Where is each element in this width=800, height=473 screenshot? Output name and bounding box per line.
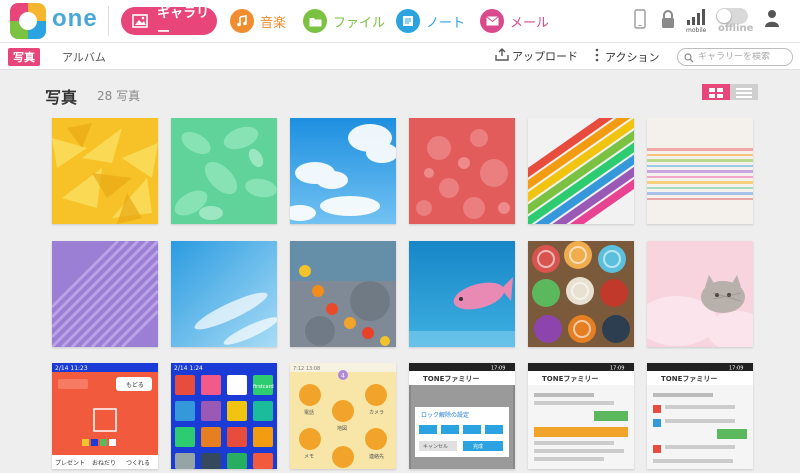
nav-files[interactable]: ファイル	[303, 7, 385, 35]
photo-thumbnail[interactable]	[647, 118, 753, 224]
search-icon	[684, 48, 694, 67]
notification-badge: 4	[341, 373, 345, 380]
screenshot-thumbnail[interactable]: 2/14 11:23 もどる プレゼント おねだり つくれる	[52, 363, 158, 469]
upload-icon	[495, 48, 509, 64]
nedari-label: おねだり	[92, 460, 116, 467]
photo-thumbnail[interactable]	[409, 118, 515, 224]
photo-thumbnail[interactable]	[647, 241, 753, 347]
nav-gallery-label: ギャラリー	[157, 6, 210, 40]
memo-label: メモ	[304, 454, 314, 460]
screenshot-thumbnail[interactable]: 17:09 TONEファミリー	[528, 363, 634, 469]
photo-count: 28 写真	[97, 89, 141, 103]
photo-thumbnail[interactable]	[52, 118, 158, 224]
photo-thumbnail[interactable]	[290, 118, 396, 224]
phone-label: 電話	[304, 409, 314, 416]
nav-gallery[interactable]: ギャラリー	[121, 6, 217, 40]
ok-label: 完成	[473, 443, 483, 450]
brand-name: one	[52, 5, 98, 32]
upload-label: アップロード	[512, 50, 578, 63]
screen-time: 17:09	[729, 366, 743, 372]
screen-title: TONEファミリー	[423, 375, 479, 383]
grid-view-button[interactable]	[702, 84, 730, 100]
divider	[108, 6, 109, 36]
photo-thumbnail[interactable]	[528, 118, 634, 224]
photo-thumbnail[interactable]	[409, 241, 515, 347]
action-label: アクション	[605, 50, 660, 64]
view-toggle	[702, 84, 758, 100]
tab-albums[interactable]: アルバム	[62, 49, 106, 65]
search-input[interactable]	[698, 52, 788, 62]
top-bar: one ギャラリー 音楽 ファイル ノート メール mobile offline	[0, 0, 800, 42]
tab-photos[interactable]: 写真	[8, 48, 40, 66]
screen-title: TONEファミリー	[542, 375, 598, 383]
contacts-label: 連絡先	[369, 453, 384, 460]
signal-strength-icon: mobile	[686, 8, 710, 36]
photo-thumbnail[interactable]	[528, 241, 634, 347]
screenshot-thumbnail[interactable]: 17:09 TONEファミリー	[647, 363, 753, 469]
mail-icon	[480, 9, 504, 33]
lock-icon[interactable]	[660, 8, 676, 36]
nav-mail-label: メール	[510, 15, 550, 31]
map-label: 地図	[337, 425, 347, 432]
list-view-button[interactable]	[730, 84, 758, 100]
offline-label: offline	[718, 23, 754, 34]
grid-icon	[709, 83, 723, 102]
screen-title: TONEファミリー	[661, 375, 717, 383]
app-logo[interactable]	[10, 3, 46, 39]
action-menu-button[interactable]: アクション	[594, 48, 659, 65]
dialog-title: ロック解除の設定	[421, 411, 469, 419]
screen-time: 7:12 13:08	[293, 366, 320, 372]
sub-toolbar: 写真 アルバム アップロード アクション	[0, 42, 800, 70]
nav-notes[interactable]: ノート	[396, 7, 465, 35]
screen-time: 2/14 11:23	[55, 365, 88, 372]
phone-icon[interactable]	[634, 8, 646, 36]
user-account-icon[interactable]	[764, 8, 780, 36]
note-icon	[396, 9, 420, 33]
back-button-label: もどる	[126, 381, 144, 389]
present-label: プレゼント	[55, 459, 85, 467]
screenshot-thumbnail[interactable]: 7:12 13:08 4 電話 カメラ 地図 メモ 連絡先	[290, 363, 396, 469]
upload-button[interactable]: アップロード	[495, 48, 578, 64]
folder-icon	[303, 9, 327, 33]
music-note-icon	[230, 9, 254, 33]
screenshot-thumbnail[interactable]: 2/14 1:24 firstcard	[171, 363, 277, 469]
cancel-label: キャンセル	[423, 444, 448, 450]
nav-mail[interactable]: メール	[480, 7, 549, 35]
offline-toggle[interactable]: offline	[716, 8, 754, 36]
network-label: mobile	[686, 27, 707, 34]
camera-label: カメラ	[369, 410, 384, 416]
nav-music-label: 音楽	[260, 15, 287, 31]
screen-time: 17:09	[491, 366, 505, 372]
screen-time: 2/14 1:24	[174, 365, 203, 372]
screenshot-thumbnail[interactable]: 17:09 TONEファミリー ロック解除の設定 キャンセル 完成	[409, 363, 515, 469]
more-vertical-icon	[594, 48, 600, 65]
photo-thumbnail[interactable]	[171, 118, 277, 224]
nav-files-label: ファイル	[333, 15, 386, 31]
screen-time: 17:09	[610, 366, 624, 372]
tsukureru-label: つくれる	[126, 460, 150, 467]
gallery-search[interactable]	[677, 48, 793, 66]
image-icon	[129, 9, 151, 33]
app-name: firstcard	[253, 384, 274, 390]
photo-thumbnail[interactable]	[52, 241, 158, 347]
photo-thumbnail[interactable]	[290, 241, 396, 347]
list-icon	[736, 83, 752, 102]
nav-notes-label: ノート	[426, 15, 466, 31]
section-title: 写真	[45, 88, 78, 107]
nav-music[interactable]: 音楽	[230, 7, 286, 35]
photo-thumbnail[interactable]	[171, 241, 277, 347]
